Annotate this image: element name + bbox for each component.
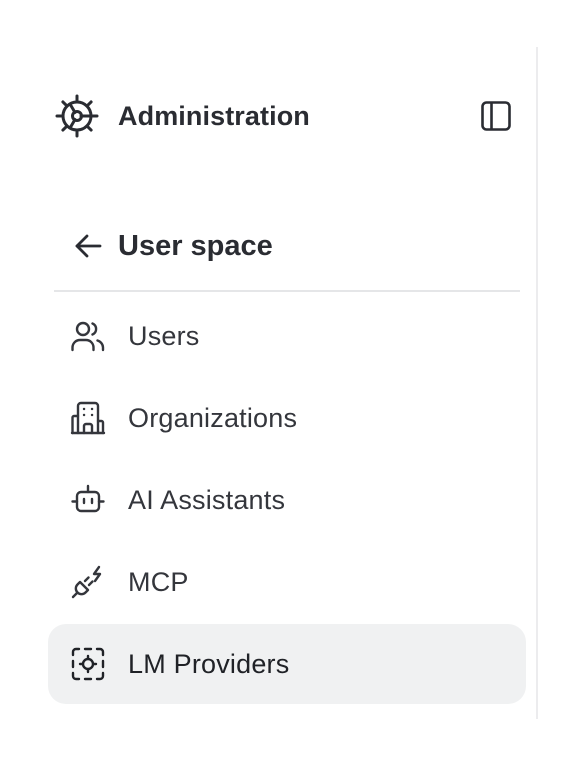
building-icon [66,396,110,440]
cpu-settings-icon [66,642,110,686]
section-header: User space [54,222,520,270]
sidebar-title: Administration [118,100,310,131]
sidebar-item-users[interactable]: Users [48,296,526,376]
arrow-left-icon[interactable] [68,226,108,266]
sidebar-item-label: MCP [128,566,189,597]
section-divider [54,290,520,292]
sidebar-item-organizations[interactable]: Organizations [48,378,526,458]
users-icon [66,314,110,358]
sidebar-item-mcp[interactable]: MCP [48,542,526,622]
sidebar-item-label: AI Assistants [128,484,286,515]
plug-icon [66,560,110,604]
nav-list: Users Organizations AI Assistants MCP LM… [48,296,526,706]
content-divider [536,47,538,719]
sidebar-item-label: Organizations [128,402,298,433]
section-title: User space [118,229,273,262]
sidebar-panel-icon[interactable] [478,98,514,134]
sidebar-item-label: Users [128,320,200,351]
sidebar-item-label: LM Providers [128,648,290,679]
gear-icon [54,93,100,139]
sidebar-header: Administration [54,92,514,140]
bot-icon [66,478,110,522]
sidebar-item-lm-providers[interactable]: LM Providers [48,624,526,704]
admin-sidebar: Administration User space Users Organiza… [0,0,536,766]
sidebar-item-ai-assistants[interactable]: AI Assistants [48,460,526,540]
